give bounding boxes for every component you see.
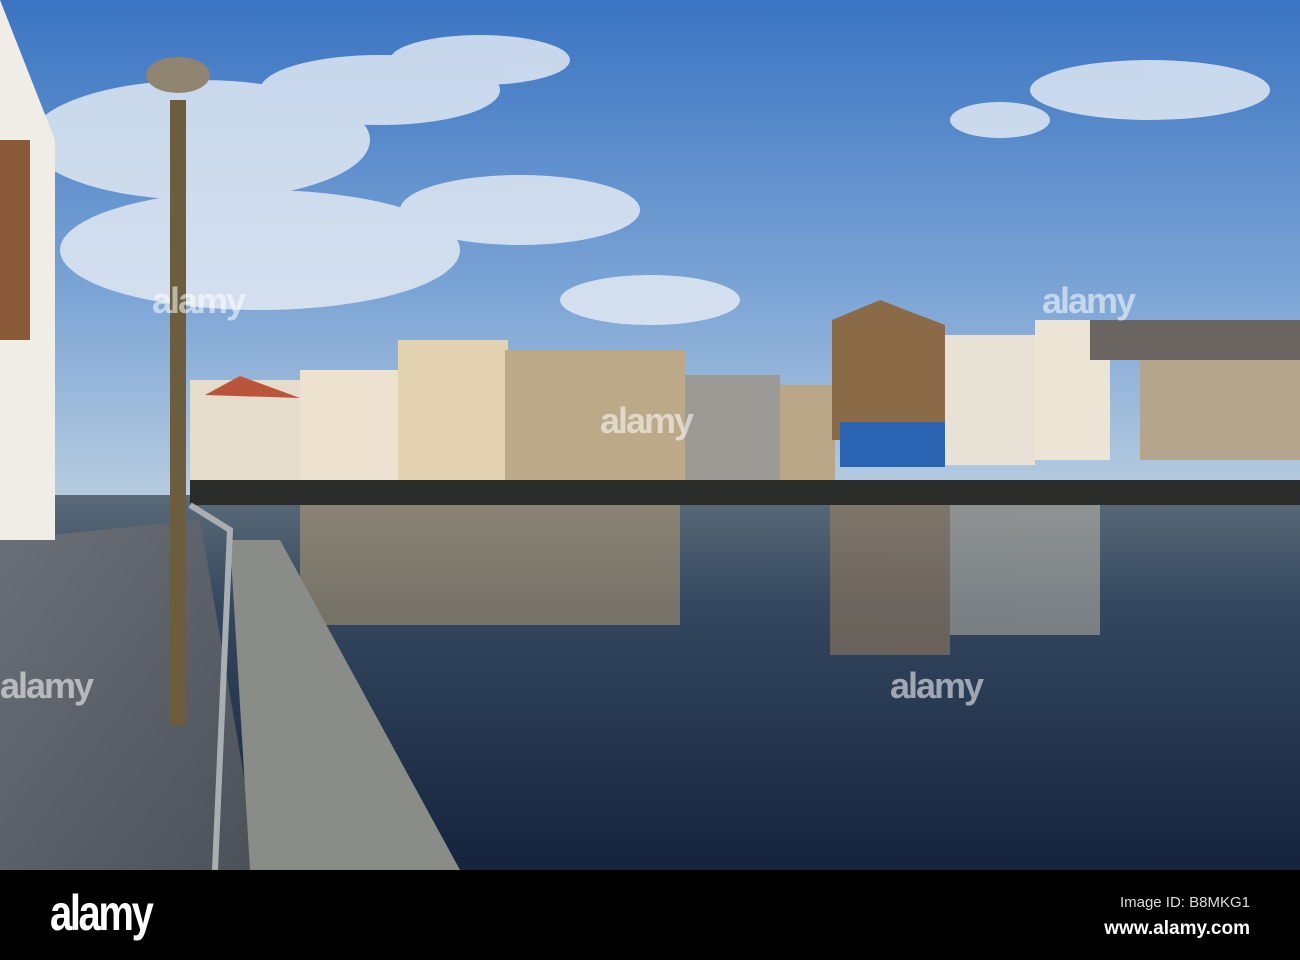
stock-photo: alamy alamy alamy alamy alamy alamy Imag… xyxy=(0,0,1300,960)
watermark: alamy xyxy=(1042,280,1136,321)
website-link[interactable]: www.alamy.com xyxy=(1104,918,1250,940)
footer-bar: alamy Image ID: B8MKG1 www.alamy.com xyxy=(0,870,1300,960)
image-id: Image ID: B8MKG1 xyxy=(1119,894,1250,911)
watermark: alamy xyxy=(890,665,984,706)
watermark: alamy xyxy=(0,665,94,706)
alamy-logo: alamy xyxy=(50,885,154,941)
lamp-head xyxy=(146,57,210,93)
watermark: alamy xyxy=(152,280,246,321)
lamp-post xyxy=(170,100,186,725)
watermark: alamy xyxy=(600,400,694,441)
quay-wall xyxy=(190,480,1300,505)
